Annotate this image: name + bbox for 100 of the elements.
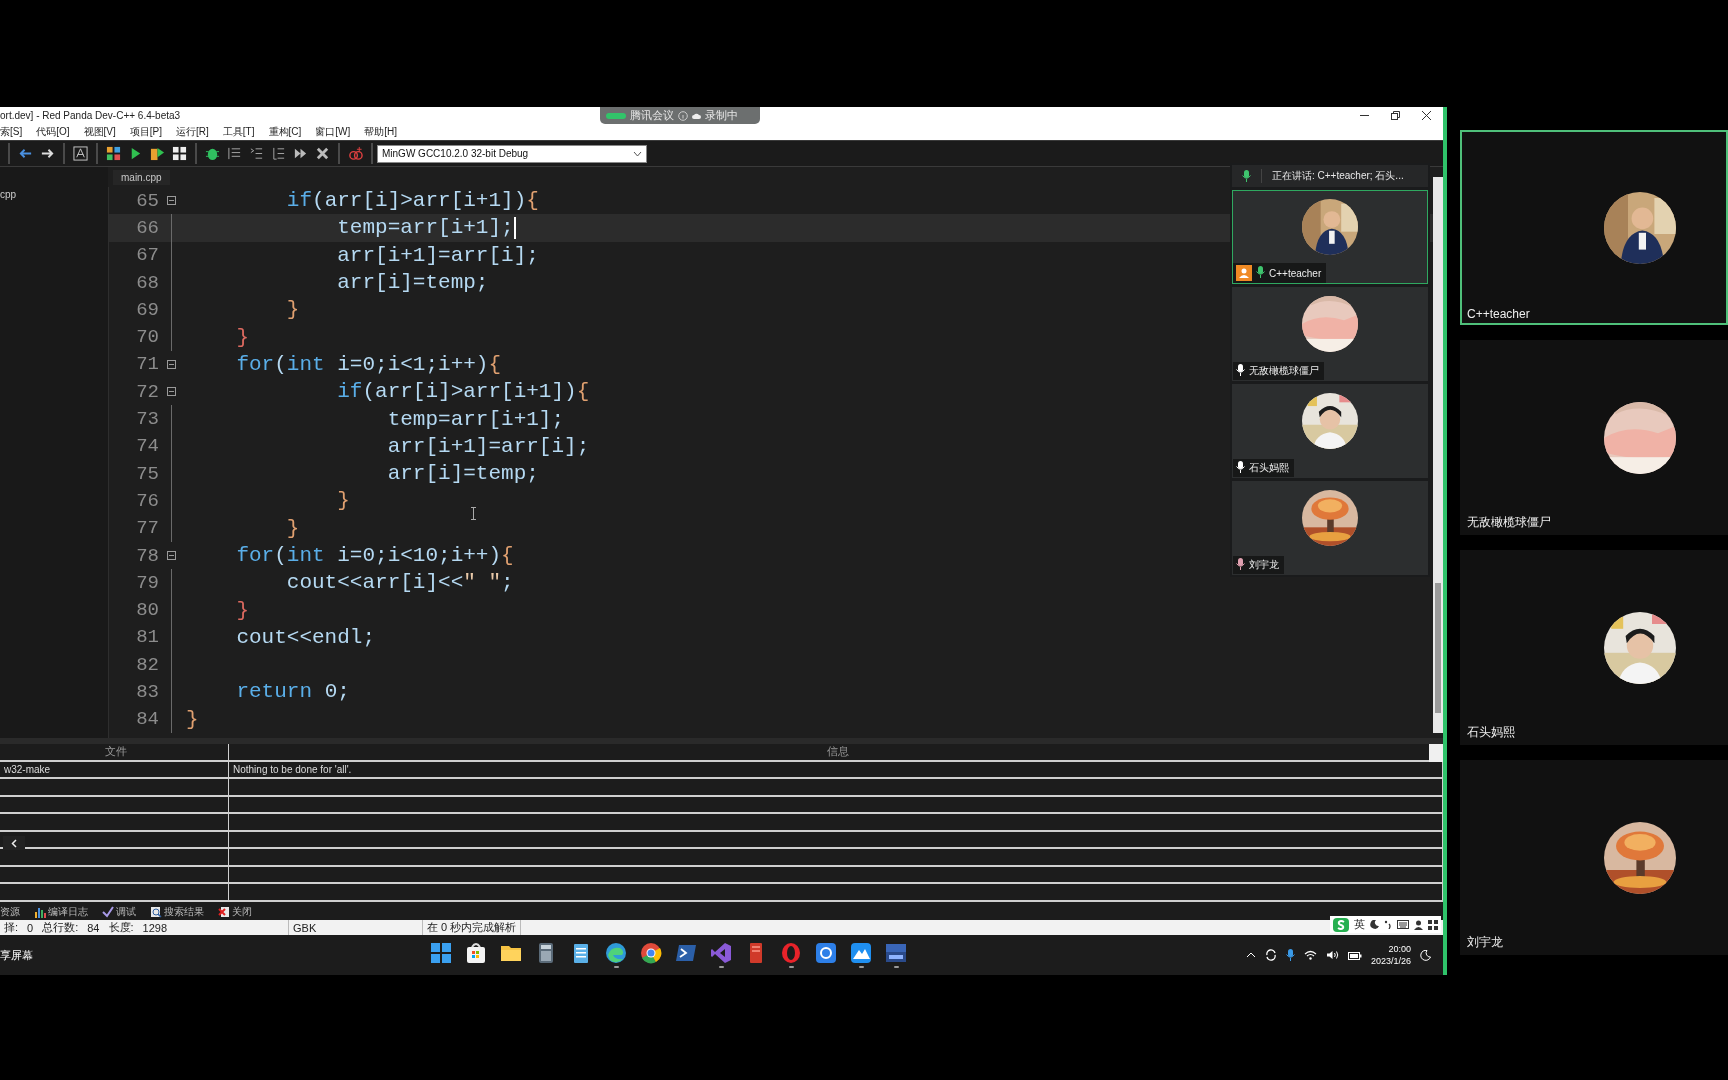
scrollbar[interactable] bbox=[1433, 177, 1443, 733]
video-tile[interactable]: 刘宇龙 bbox=[1460, 760, 1728, 955]
video-tile[interactable]: 无敌橄榄球僵尸 bbox=[1232, 287, 1428, 381]
speaker-icon[interactable] bbox=[1325, 950, 1339, 960]
video-tile[interactable]: C++teacher bbox=[1232, 190, 1428, 284]
menu-item[interactable]: 运行[R] bbox=[176, 124, 209, 139]
panel-tab[interactable]: 资源 bbox=[0, 905, 20, 919]
muted-microphone-icon bbox=[1236, 558, 1245, 570]
line-number: 74 bbox=[135, 435, 159, 458]
line-number: 71 bbox=[135, 353, 159, 376]
fold-toggle-icon[interactable] bbox=[166, 196, 176, 206]
start-icon[interactable] bbox=[430, 942, 452, 964]
visual-studio-icon[interactable] bbox=[710, 942, 732, 964]
share-screen-label[interactable]: 享屏幕 bbox=[0, 947, 430, 963]
step-into-icon[interactable] bbox=[227, 146, 242, 161]
forward-arrow-icon[interactable] bbox=[40, 146, 55, 161]
menu-item[interactable]: 项目[P] bbox=[129, 124, 163, 139]
participant-name: C++teacher bbox=[1467, 307, 1530, 321]
signal-indicator bbox=[606, 112, 626, 119]
menu-item[interactable]: 帮助[H] bbox=[364, 124, 398, 139]
video-tile[interactable]: C++teacher bbox=[1460, 130, 1728, 325]
search-icon bbox=[150, 906, 162, 918]
compile-run-icon[interactable] bbox=[150, 146, 165, 161]
code-line: } bbox=[235, 325, 249, 349]
format-icon[interactable] bbox=[73, 146, 88, 161]
selection-count: 0 bbox=[27, 921, 34, 934]
battery-icon[interactable] bbox=[1347, 950, 1362, 960]
stop-icon[interactable] bbox=[315, 146, 330, 161]
video-tile[interactable]: 石头妈熙 bbox=[1232, 384, 1428, 478]
step-out-icon[interactable] bbox=[271, 146, 286, 161]
line-number: 69 bbox=[135, 298, 159, 321]
restore-icon[interactable] bbox=[1391, 110, 1400, 120]
line-count-label: 总行数: bbox=[42, 920, 79, 935]
user-icon[interactable] bbox=[1414, 919, 1423, 930]
code-line: cout<<endl; bbox=[235, 625, 376, 649]
panel-tab[interactable]: 调试 bbox=[102, 905, 136, 919]
menu-item[interactable]: 重构[C] bbox=[268, 124, 302, 139]
chevron-up-icon[interactable] bbox=[1245, 952, 1256, 958]
compile-icon[interactable] bbox=[106, 146, 121, 161]
input-method-logo-icon[interactable] bbox=[1333, 917, 1349, 932]
compiler-dropdown[interactable]: MinGW GCC10.2.0 32-bit Debug bbox=[377, 144, 647, 163]
close-icon[interactable] bbox=[1422, 110, 1431, 120]
code-line: arr[i+1]=arr[i]; bbox=[336, 243, 539, 267]
menu-item[interactable]: 代码[O] bbox=[36, 124, 70, 139]
line-number: 73 bbox=[135, 408, 159, 430]
terminal-icon[interactable] bbox=[675, 942, 697, 964]
grid-icon[interactable] bbox=[1428, 919, 1438, 930]
panel-tab[interactable]: 关闭 bbox=[218, 905, 252, 919]
bug-icon[interactable] bbox=[205, 146, 220, 161]
participant-name: 石头妈熙 bbox=[1467, 724, 1515, 741]
line-number: 65 bbox=[135, 189, 159, 212]
browser-icon[interactable] bbox=[605, 942, 627, 964]
menu-item[interactable]: 工具[T] bbox=[222, 124, 255, 139]
microphone-icon bbox=[1242, 170, 1251, 182]
scroll-left-button[interactable] bbox=[3, 836, 25, 850]
chrome-icon[interactable] bbox=[640, 942, 662, 964]
text-cursor-icon bbox=[470, 507, 477, 520]
caret-icon bbox=[633, 150, 642, 157]
info-icon[interactable] bbox=[678, 110, 688, 121]
panel-tab[interactable]: 编译日志 bbox=[34, 905, 88, 919]
language-indicator[interactable]: 英 bbox=[1354, 917, 1365, 932]
store-icon[interactable] bbox=[465, 942, 487, 964]
sync-icon[interactable] bbox=[1264, 949, 1277, 961]
fast-forward-icon[interactable] bbox=[293, 146, 308, 161]
video-tile[interactable]: 石头妈熙 bbox=[1460, 550, 1728, 745]
opera-icon[interactable] bbox=[780, 942, 802, 964]
code-editor-icon[interactable] bbox=[885, 942, 907, 964]
fold-toggle-icon[interactable] bbox=[166, 551, 176, 560]
code-line: arr[i]=temp; bbox=[386, 462, 539, 486]
notification-icon[interactable] bbox=[1420, 949, 1431, 961]
menu-item[interactable]: 索[S] bbox=[0, 124, 23, 139]
code-line: return 0; bbox=[235, 680, 350, 704]
punctuation-icon[interactable] bbox=[1384, 920, 1392, 929]
menu-item[interactable]: 视图[V] bbox=[83, 124, 116, 139]
clock-date[interactable]: 2023/1/26 bbox=[1370, 955, 1411, 967]
line-number: 66 bbox=[135, 216, 159, 239]
line-number: 84 bbox=[135, 708, 159, 731]
line-number: 70 bbox=[135, 326, 159, 349]
video-tile[interactable]: 刘宇龙 bbox=[1232, 481, 1428, 575]
editor-tab[interactable]: main.cpp bbox=[113, 169, 170, 185]
video-tile[interactable]: 无敌橄榄球僵尸 bbox=[1460, 340, 1728, 535]
line-number: 72 bbox=[135, 380, 159, 403]
menu-item[interactable]: 窗口[W] bbox=[315, 124, 351, 139]
scrollbar[interactable] bbox=[1429, 744, 1443, 762]
text-caret bbox=[513, 216, 516, 239]
wifi-icon[interactable] bbox=[1303, 950, 1317, 960]
fold-toggle-icon[interactable] bbox=[166, 359, 176, 369]
step-over-icon[interactable] bbox=[249, 146, 264, 161]
participant-name: 无敌橄榄球僵尸 bbox=[1249, 364, 1319, 378]
panel-tab[interactable]: 搜索结果 bbox=[150, 905, 204, 919]
moon-icon[interactable] bbox=[1370, 920, 1379, 929]
back-arrow-icon[interactable] bbox=[18, 146, 33, 161]
project-file[interactable]: cpp bbox=[0, 189, 17, 200]
clock-time[interactable]: 20:00 bbox=[1388, 943, 1411, 955]
mountain-icon[interactable] bbox=[850, 942, 872, 964]
rebuild-icon[interactable] bbox=[172, 146, 187, 161]
line-number: 79 bbox=[135, 571, 159, 594]
fold-toggle-icon[interactable] bbox=[166, 387, 176, 397]
code-line: } bbox=[285, 298, 300, 322]
keyboard-icon[interactable] bbox=[1397, 920, 1409, 929]
